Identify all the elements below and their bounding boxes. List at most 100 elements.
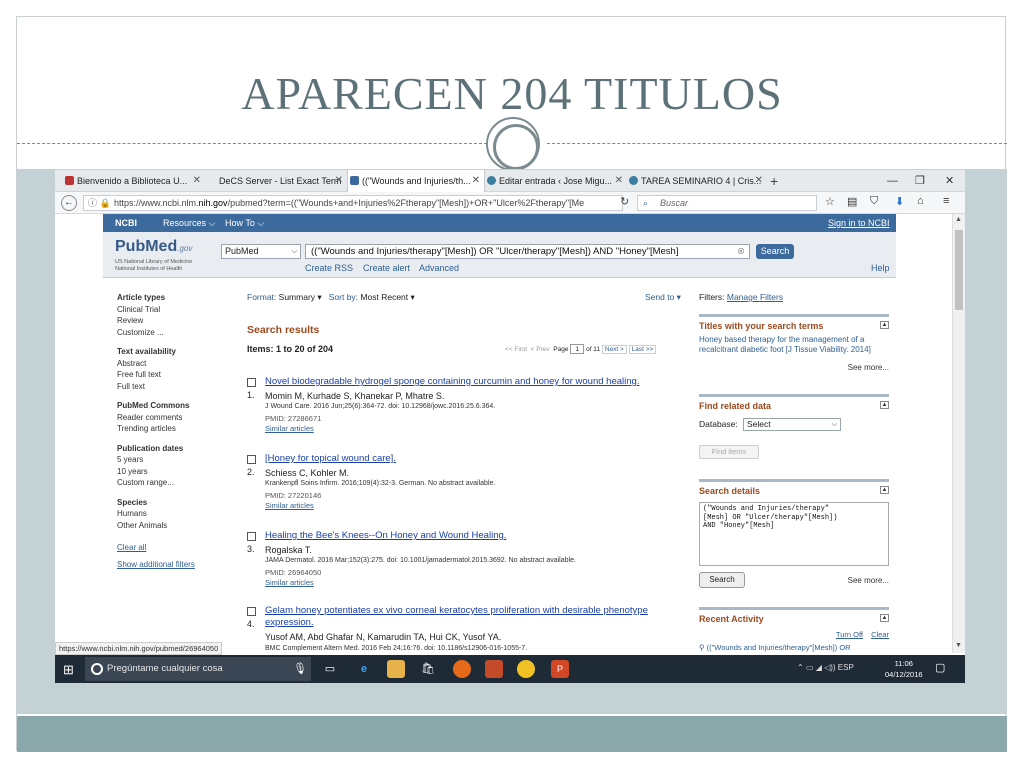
see-more-link[interactable]: See more... [848,576,889,585]
collapse-icon[interactable]: ▲ [880,486,889,494]
scroll-down-icon[interactable]: ▼ [955,642,962,649]
filter-item[interactable]: Other Animals [117,520,227,532]
filter-item[interactable]: 10 years [117,466,227,478]
browser-search-input[interactable]: ⌕ Buscar [637,195,817,211]
filter-item[interactable]: Clinical Trial [117,304,227,316]
tab-tarea[interactable]: TAREA SEMINARIO 4 | Cris... ✕ [627,170,767,192]
result-title-link-cont[interactable]: expression. [265,617,314,628]
scroll-thumb[interactable] [955,230,963,310]
vertical-scrollbar[interactable]: ▲ ▼ [952,214,965,653]
collapse-icon[interactable]: ▲ [880,401,889,409]
result-title-link[interactable]: Gelam honey potentiates ex vivo corneal … [265,605,648,616]
next-page-link[interactable]: Next > [601,345,627,354]
similar-articles-link[interactable]: Similar articles [265,501,314,510]
filter-item[interactable]: Customize ... [117,327,227,339]
clear-all-link[interactable]: Clear all [117,543,227,552]
microphone-icon[interactable]: 🎙 [291,660,309,678]
create-rss-link[interactable]: Create RSS [305,263,353,273]
close-icon[interactable]: ✕ [615,170,623,192]
collapse-icon[interactable]: ▲ [880,614,889,622]
close-window-icon[interactable]: ✕ [945,170,954,192]
pocket-icon[interactable]: ⛉ [870,195,878,208]
recent-search-link[interactable]: ⚲ (("Wounds and Injuries/therapy"[Mesh])… [699,643,851,652]
manage-filters-link[interactable]: Manage Filters [727,292,783,302]
close-icon[interactable]: ✕ [755,170,763,192]
media-icon[interactable] [485,660,503,678]
pubmed-logo[interactable]: PubMed.gov [115,238,192,256]
collapse-icon[interactable]: ▲ [880,321,889,329]
cortana-search-input[interactable]: Pregúntame cualquier cosa [85,657,311,681]
send-to-dropdown[interactable]: Send to ▾ [645,292,681,303]
menu-icon[interactable]: ≡ [943,195,949,207]
select-checkbox[interactable] [247,532,256,541]
task-view-icon[interactable]: ▭ [321,660,339,678]
filter-item[interactable]: Humans [117,508,227,520]
reload-icon[interactable]: ↻ [620,195,629,208]
tab-pubmed[interactable]: (("Wounds and Injuries/th... ✕ [347,170,485,192]
see-more-link[interactable]: See more... [848,363,889,372]
resources-menu[interactable]: Resources ⌵ [163,214,215,232]
format-dropdown[interactable]: Summary ▾ [279,292,322,302]
close-icon[interactable]: ✕ [193,170,201,192]
page-input[interactable]: 1 [570,344,585,354]
new-tab-button[interactable]: + [770,170,778,192]
prev-page-link[interactable]: < Prev [531,346,550,353]
show-additional-filters-link[interactable]: Show additional filters [117,560,227,569]
create-alert-link[interactable]: Create alert [363,263,410,273]
tab-decs[interactable]: DeCS Server - List Exact Term ✕ [205,170,347,192]
back-arrow-icon[interactable]: ← [61,195,77,211]
filter-item[interactable]: Abstract [117,358,227,370]
edge-icon[interactable]: e [355,660,373,678]
database-dropdown[interactable]: Select ⌵ [743,418,841,431]
search-button[interactable]: Search [756,244,794,259]
chrome-icon[interactable] [517,660,535,678]
first-page-link[interactable]: << First [505,346,527,353]
powerpoint-icon[interactable]: P [551,660,569,678]
details-search-button[interactable]: Search [699,572,745,588]
tab-editar[interactable]: Editar entrada ‹ Jose Migu... ✕ [485,170,627,192]
url-bar[interactable]: ⓘ 🔒 https://www.ncbi.nlm.nih.gov/pubmed?… [83,195,623,211]
turn-off-link[interactable]: Turn Off [836,630,863,639]
ncbi-logo[interactable]: NCBI [115,214,137,232]
database-select[interactable]: PubMed ⌵ [221,244,301,259]
sort-dropdown[interactable]: Most Recent ▾ [360,292,414,302]
select-checkbox[interactable] [247,455,256,464]
help-link[interactable]: Help [871,263,890,273]
file-explorer-icon[interactable] [387,660,405,678]
scroll-up-icon[interactable]: ▲ [955,216,962,223]
signin-link[interactable]: Sign in to NCBI [828,214,890,232]
result-title-link[interactable]: [Honey for topical wound care]. [265,453,396,464]
clear-icon[interactable]: ⊗ [737,245,745,258]
firefox-icon[interactable] [453,660,471,678]
related-title-link[interactable]: Honey based therapy for the management o… [699,335,889,355]
filter-item[interactable]: Free full text [117,369,227,381]
filter-item[interactable]: Custom range... [117,477,227,489]
filter-item[interactable]: Full text [117,381,227,393]
filter-item[interactable]: Trending articles [117,423,227,435]
last-page-link[interactable]: Last >> [628,345,657,354]
reading-list-icon[interactable]: ▤ [847,195,857,208]
result-title-link[interactable]: Healing the Bee's Knees--On Honey and Wo… [265,530,506,541]
select-checkbox[interactable] [247,607,256,616]
find-items-button[interactable]: Find items [699,445,759,459]
download-icon[interactable]: ⬇ [895,195,904,208]
filter-item[interactable]: 5 years [117,454,227,466]
similar-articles-link[interactable]: Similar articles [265,424,314,433]
tab-biblioteca[interactable]: Bienvenido a Biblioteca U... ✕ [63,170,205,192]
home-icon[interactable]: ⌂ [917,195,924,207]
system-tray[interactable]: ⌃ ▭ ◢ ◁)) ESP [797,663,854,672]
result-title-link[interactable]: Novel biodegradable hydrogel sponge cont… [265,376,639,387]
howto-menu[interactable]: How To ⌵ [225,214,264,232]
similar-articles-link[interactable]: Similar articles [265,578,314,587]
filter-item[interactable]: Reader comments [117,412,227,424]
notification-icon[interactable]: ▢ [935,661,945,674]
bookmark-star-icon[interactable]: ☆ [825,195,835,208]
close-icon[interactable]: ✕ [472,170,480,192]
search-details-textarea[interactable]: ("Wounds and Injuries/therapy" [Mesh] OR… [699,502,889,566]
select-checkbox[interactable] [247,378,256,387]
clock[interactable]: 11:06 04/12/2016 [885,658,923,680]
minimize-icon[interactable]: — [887,170,898,192]
search-query-input[interactable]: (("Wounds and Injuries/therapy"[Mesh]) O… [305,244,750,259]
filter-item[interactable]: Review [117,315,227,327]
store-icon[interactable]: 🛍 [419,660,437,678]
